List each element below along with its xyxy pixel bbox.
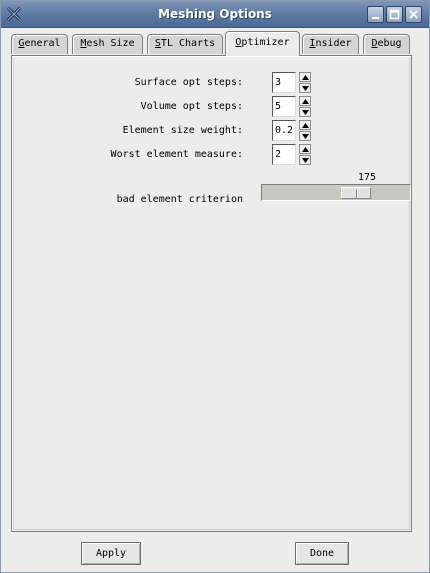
done-button[interactable]: Done xyxy=(295,542,349,565)
tab-insider[interactable]: Insider xyxy=(302,34,359,54)
apply-button[interactable]: Apply xyxy=(81,542,141,565)
element-size-weight-down-button[interactable] xyxy=(299,131,311,141)
worst-element-measure-input[interactable]: 2 xyxy=(272,144,296,165)
arrow-up-icon xyxy=(301,98,309,104)
arrow-down-icon xyxy=(301,133,309,139)
element-size-weight-up-button[interactable] xyxy=(299,120,311,130)
tab-debug[interactable]: Debug xyxy=(363,34,410,54)
bad-element-criterion-value: 175 xyxy=(357,172,377,183)
surface-opt-steps-down-button[interactable] xyxy=(299,83,311,93)
worst-element-measure-label: Worst element measure: xyxy=(110,149,243,160)
volume-opt-steps-input[interactable]: 5 xyxy=(272,96,296,117)
tab-general[interactable]: General xyxy=(11,34,68,54)
tab-mesh-size[interactable]: Mesh Size xyxy=(72,34,143,54)
slider-handle[interactable] xyxy=(341,187,371,199)
surface-opt-steps-input[interactable]: 3 xyxy=(272,72,296,93)
surface-opt-steps-label: Surface opt steps: xyxy=(134,77,243,88)
surface-opt-steps-up-button[interactable] xyxy=(299,72,311,82)
volume-opt-steps-up-button[interactable] xyxy=(299,96,311,106)
minimize-button[interactable] xyxy=(367,6,384,23)
close-button[interactable] xyxy=(405,6,422,23)
maximize-button[interactable] xyxy=(386,6,403,23)
tab-general-label: eneral xyxy=(24,38,61,49)
tab-debug-label: ebug xyxy=(377,38,402,49)
close-icon xyxy=(409,10,418,19)
volume-opt-steps-label: Volume opt steps: xyxy=(140,101,243,112)
arrow-down-icon xyxy=(301,85,309,91)
arrow-up-icon xyxy=(301,146,309,152)
tab-insider-label: nsider xyxy=(315,38,352,49)
bad-element-criterion-label: bad element criterion xyxy=(116,194,243,205)
tab-stl-charts[interactable]: STL Charts xyxy=(147,34,223,54)
arrow-up-icon xyxy=(301,74,309,80)
arrow-down-icon xyxy=(301,157,309,163)
minimize-icon xyxy=(372,17,379,19)
window-title: Meshing Options xyxy=(158,7,272,21)
bad-element-criterion-slider[interactable] xyxy=(261,184,411,201)
optimizer-panel: Surface opt steps: 3 Volume opt steps: 5… xyxy=(11,55,412,532)
arrow-up-icon xyxy=(301,122,309,128)
element-size-weight-input[interactable]: 0.2 xyxy=(272,120,296,141)
title-bar[interactable]: Meshing Options xyxy=(1,1,429,28)
tab-mesh-size-label: esh Size xyxy=(86,38,135,49)
tab-stl-charts-label: TL Charts xyxy=(160,38,216,49)
volume-opt-steps-down-button[interactable] xyxy=(299,107,311,117)
tab-optimizer-label: ptimizer xyxy=(241,37,290,48)
worst-element-measure-up-button[interactable] xyxy=(299,144,311,154)
arrow-down-icon xyxy=(301,109,309,115)
worst-element-measure-down-button[interactable] xyxy=(299,155,311,165)
tab-optimizer[interactable]: Optimizer xyxy=(225,31,300,56)
meshing-options-window: Meshing Options General Mesh Size STL Ch… xyxy=(0,0,430,573)
element-size-weight-label: Element size weight: xyxy=(122,125,243,136)
maximize-icon xyxy=(389,9,400,20)
